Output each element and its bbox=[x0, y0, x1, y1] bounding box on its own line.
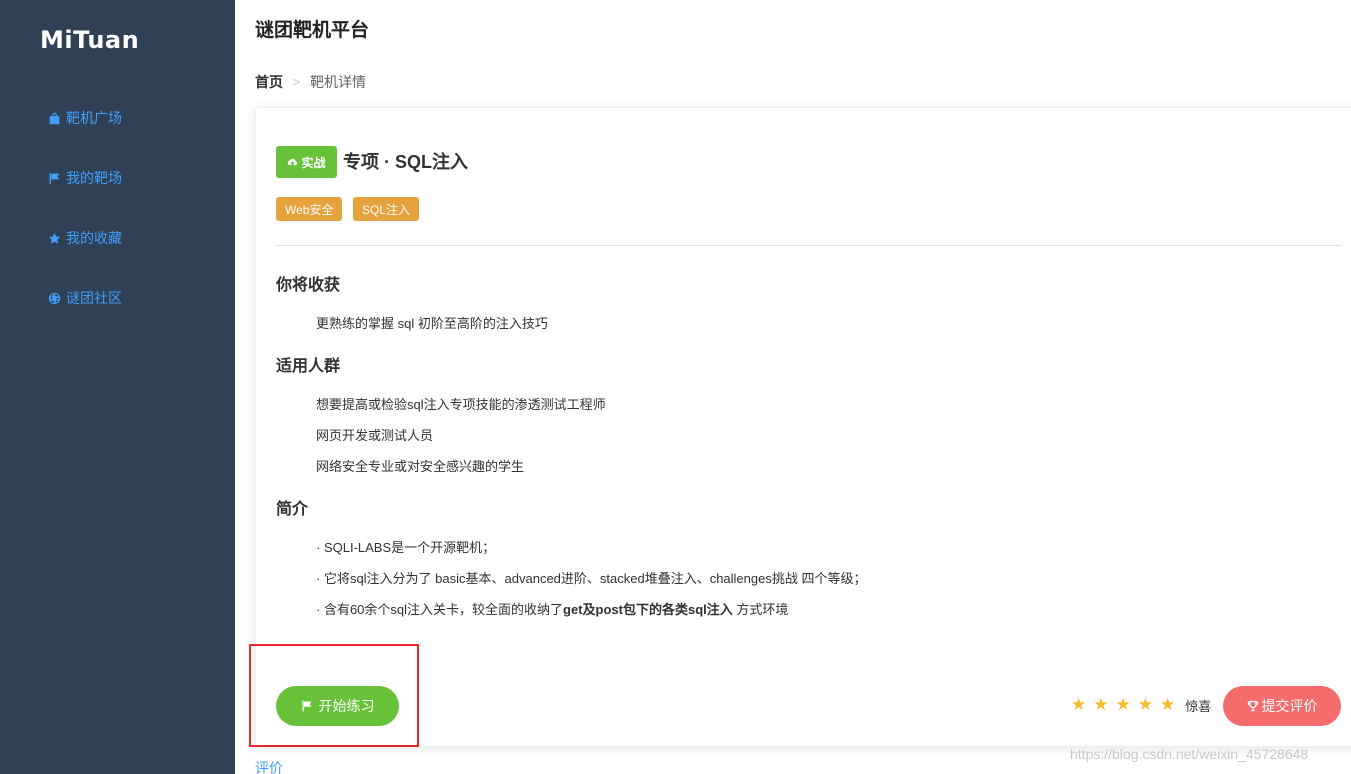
intro-text: · 含有60余个sql注入关卡，较全面的收纳了 bbox=[316, 602, 564, 617]
sidebar-item-label: 谜团社区 bbox=[66, 290, 122, 306]
gain-item: 更熟练的掌握 sql 初阶至高阶的注入技巧 bbox=[316, 316, 548, 331]
audience-item: 网络安全专业或对安全感兴趣的学生 bbox=[316, 459, 525, 474]
section-heading-audience: 适用人群 bbox=[276, 358, 341, 375]
page-title: 谜团靶机平台 bbox=[255, 20, 370, 41]
star-icon bbox=[48, 232, 61, 244]
star-icon[interactable]: ★ bbox=[1160, 695, 1175, 715]
review-link[interactable]: 评价 bbox=[255, 758, 283, 774]
intro-bold-text: get及post包下的各类sql注入 bbox=[563, 602, 733, 617]
trophy-icon bbox=[1247, 700, 1258, 712]
intro-item: · 含有60余个sql注入关卡，较全面的收纳了get及post包下的各类sql注… bbox=[316, 599, 788, 618]
sidebar-item-target-square[interactable]: 靶机广场 bbox=[48, 106, 122, 130]
sidebar-item-favorites[interactable]: 我的收藏 bbox=[48, 226, 122, 250]
star-icon[interactable]: ★ bbox=[1138, 695, 1153, 715]
flag-icon bbox=[49, 172, 60, 184]
divider bbox=[276, 245, 1341, 246]
star-icon[interactable]: ★ bbox=[1116, 695, 1131, 715]
community-icon bbox=[48, 292, 61, 304]
star-rating[interactable]: ★ ★ ★ ★ ★ 惊喜 bbox=[1071, 695, 1211, 715]
star-icon[interactable]: ★ bbox=[1071, 695, 1086, 715]
submit-review-label: 提交评价 bbox=[1261, 698, 1318, 714]
intro-text: 方式环境 bbox=[732, 602, 789, 617]
audience-item: 想要提高或检验sql注入专项技能的渗透测试工程师 bbox=[316, 397, 606, 412]
section-heading-gain: 你将收获 bbox=[276, 277, 341, 294]
type-badge-label: 实战 bbox=[301, 155, 326, 170]
sidebar-item-label: 靶机广场 bbox=[66, 110, 122, 126]
target-title: 专项 · SQL注入 bbox=[343, 152, 468, 172]
submit-review-button[interactable]: 提交评价 bbox=[1223, 686, 1341, 726]
section-heading-intro: 简介 bbox=[276, 501, 309, 518]
sidebar-item-label: 我的收藏 bbox=[66, 230, 122, 246]
cloud-upload-icon bbox=[288, 158, 298, 165]
rating-text: 惊喜 bbox=[1185, 698, 1212, 714]
intro-item: · SQLI-LABS是一个开源靶机； bbox=[316, 540, 496, 555]
tag-sql-injection: SQL注入 bbox=[353, 197, 420, 221]
bag-icon bbox=[49, 112, 60, 124]
type-badge: 实战 bbox=[276, 146, 337, 178]
watermark: https://blog.csdn.net/weixin_45728648 bbox=[1070, 746, 1309, 762]
chevron-right-icon: > bbox=[293, 75, 301, 89]
sidebar-item-my-range[interactable]: 我的靶场 bbox=[48, 166, 122, 190]
star-icon[interactable]: ★ bbox=[1093, 695, 1108, 715]
breadcrumb: 首页 > 靶机详情 bbox=[255, 72, 366, 92]
sidebar-item-label: 我的靶场 bbox=[66, 170, 122, 186]
sidebar-item-community[interactable]: 谜团社区 bbox=[48, 286, 122, 310]
breadcrumb-home[interactable]: 首页 bbox=[255, 72, 283, 92]
app-logo[interactable]: MiTuan bbox=[40, 26, 139, 54]
target-detail-card: 实战 专项 · SQL注入 Web安全 SQL注入 你将收获 更熟练的掌握 sq… bbox=[255, 107, 1351, 747]
sidebar: MiTuan 靶机广场 我的靶场 我的收藏 谜团社区 bbox=[0, 0, 235, 774]
intro-item: · 它将sql注入分为了 basic基本、advanced进阶、stacked堆… bbox=[316, 571, 867, 586]
tag-web-security: Web安全 bbox=[276, 197, 343, 221]
highlight-box bbox=[249, 644, 419, 747]
audience-item: 网页开发或测试人员 bbox=[316, 428, 434, 443]
breadcrumb-current: 靶机详情 bbox=[310, 74, 367, 90]
